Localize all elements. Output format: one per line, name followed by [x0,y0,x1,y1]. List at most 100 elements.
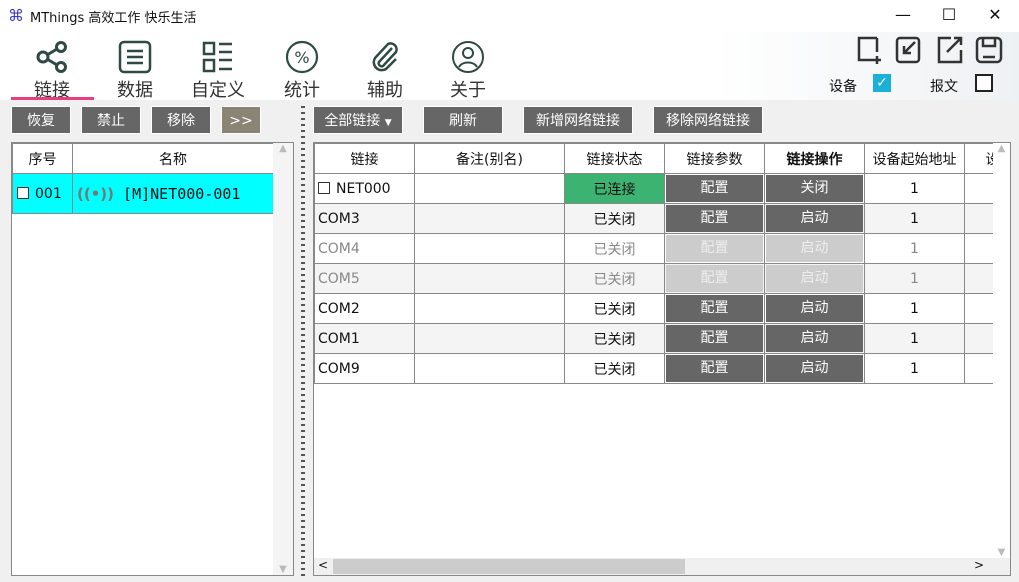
configure-button[interactable]: 配置 [666,175,763,202]
import-icon[interactable] [895,36,921,64]
start-link-button[interactable]: 启动 [766,265,863,292]
operation-cell: 启动 [764,323,865,354]
alias-cell[interactable] [414,323,565,354]
scroll-left-icon[interactable]: < [318,558,328,572]
horizontal-scrollbar[interactable]: < > [314,558,1010,575]
status-cell: 已关闭 [564,353,665,384]
operation-cell: 启动 [764,233,865,264]
link-name: NET000 [336,180,391,197]
command-icon: ⌘ [8,6,24,25]
row-checkbox[interactable] [318,181,330,194]
link-row[interactable]: COM5 已关闭 配置 启动 1 [314,263,1010,294]
remove-button[interactable]: 移除 [151,106,211,134]
params-cell: 配置 [664,353,765,384]
vertical-scrollbar[interactable]: ▲ ▼ [993,143,1010,558]
new-window-icon[interactable] [857,36,881,64]
message-label: 报文 [930,79,958,95]
disable-button[interactable]: 禁止 [81,106,141,134]
refresh-button[interactable]: 刷新 [423,106,503,134]
device-label: 设备 [829,79,857,95]
link-name: COM1 [318,330,360,347]
export-icon[interactable] [937,36,963,64]
link-row[interactable]: COM3 已关闭 配置 启动 1 [314,203,1010,234]
title-bar: ⌘ MThings 高效工作 快乐生活 — ☐ ✕ [0,0,1019,32]
link-row[interactable]: COM4 已关闭 配置 启动 1 [314,233,1010,264]
header-index: 序号 [12,143,73,174]
alias-cell[interactable] [414,233,565,264]
link-row[interactable]: COM9 已关闭 配置 启动 1 [314,353,1010,384]
configure-button[interactable]: 配置 [666,205,763,232]
scroll-right-icon[interactable]: > [974,558,984,572]
nav-item-stats[interactable]: % 统计 [262,40,342,102]
link-cell: COM5 [314,263,415,294]
panel-splitter[interactable] [301,104,305,580]
status-cell: 已连接 [564,173,665,204]
start-address-cell: 1 [864,263,965,294]
start-address-cell: 1 [864,173,965,204]
filter-label: 全部链接 [324,113,381,129]
nav-label: 关于 [450,80,486,101]
alias-cell[interactable] [414,293,565,324]
start-link-button[interactable]: 启动 [766,205,863,232]
link-filter-dropdown[interactable]: 全部链接 ▼ [313,106,403,134]
link-cell: COM4 [314,233,415,264]
configure-button[interactable]: 配置 [666,295,763,322]
start-address-cell: 1 [864,323,965,354]
device-row[interactable]: 001 ((•)) [M]NET000-001 [12,173,274,214]
expand-button[interactable]: >> [221,106,261,134]
alias-cell[interactable] [414,263,565,294]
status-cell: 已关闭 [564,263,665,294]
save-icon[interactable] [975,36,1003,64]
alias-cell[interactable] [414,203,565,234]
remove-network-link-button[interactable]: 移除网络链接 [653,106,763,134]
close-button[interactable]: ✕ [972,0,1018,32]
link-cell: COM9 [314,353,415,384]
configure-button[interactable]: 配置 [666,355,763,382]
paperclip-icon [372,42,398,72]
message-checkbox[interactable] [975,74,993,92]
active-tab-indicator [11,97,94,100]
nav-item-data[interactable]: 数据 [95,40,175,102]
start-link-button[interactable]: 启动 [766,235,863,262]
link-table-panel: 链接备注(别名)链接状态链接参数链接操作设备起始地址设备 NET000 已连接 … [313,142,1011,576]
window-title: MThings 高效工作 快乐生活 [30,11,197,26]
nav-item-custom[interactable]: 自定义 [178,40,258,102]
minimize-button[interactable]: — [880,0,926,32]
layout-icon [202,41,232,73]
device-index: 001 [35,185,62,202]
configure-button[interactable]: 配置 [666,235,763,262]
link-row[interactable]: COM2 已关闭 配置 启动 1 [314,293,1010,324]
add-network-link-button[interactable]: 新增网络链接 [523,106,633,134]
restore-button[interactable]: 恢复 [11,106,71,134]
link-row[interactable]: NET000 已连接 配置 关闭 1 [314,173,1010,204]
start-link-button[interactable]: 启动 [766,325,863,352]
configure-button[interactable]: 配置 [666,265,763,292]
vertical-scrollbar[interactable]: ▲ ▼ [273,143,293,575]
header-link: 链接 [314,143,415,174]
alias-cell[interactable] [414,353,565,384]
status-cell: 已关闭 [564,293,665,324]
nav-item-assist[interactable]: 辅助 [345,40,425,102]
nav-item-links[interactable]: 链接 [12,40,92,102]
params-cell: 配置 [664,233,765,264]
device-table: 序号 名称 001 ((•)) [M]NET000-001 [12,143,274,214]
device-checkbox[interactable]: ✓ [873,74,891,92]
start-link-button[interactable]: 启动 [766,355,863,382]
params-cell: 配置 [664,323,765,354]
params-cell: 配置 [664,293,765,324]
link-name: COM2 [318,300,360,317]
start-link-button[interactable]: 启动 [766,295,863,322]
nav-label: 辅助 [367,80,403,101]
row-checkbox[interactable] [17,186,29,199]
alias-cell[interactable] [414,173,565,204]
svg-text:%: % [294,48,309,67]
close-link-button[interactable]: 关闭 [766,175,863,202]
link-row[interactable]: COM1 已关闭 配置 启动 1 [314,323,1010,354]
list-icon [118,40,152,74]
configure-button[interactable]: 配置 [666,325,763,352]
scroll-thumb[interactable] [333,559,685,574]
maximize-button[interactable]: ☐ [926,0,972,32]
nav-item-about[interactable]: 关于 [428,40,508,102]
share-icon [36,41,67,73]
start-address-cell: 1 [864,203,965,234]
